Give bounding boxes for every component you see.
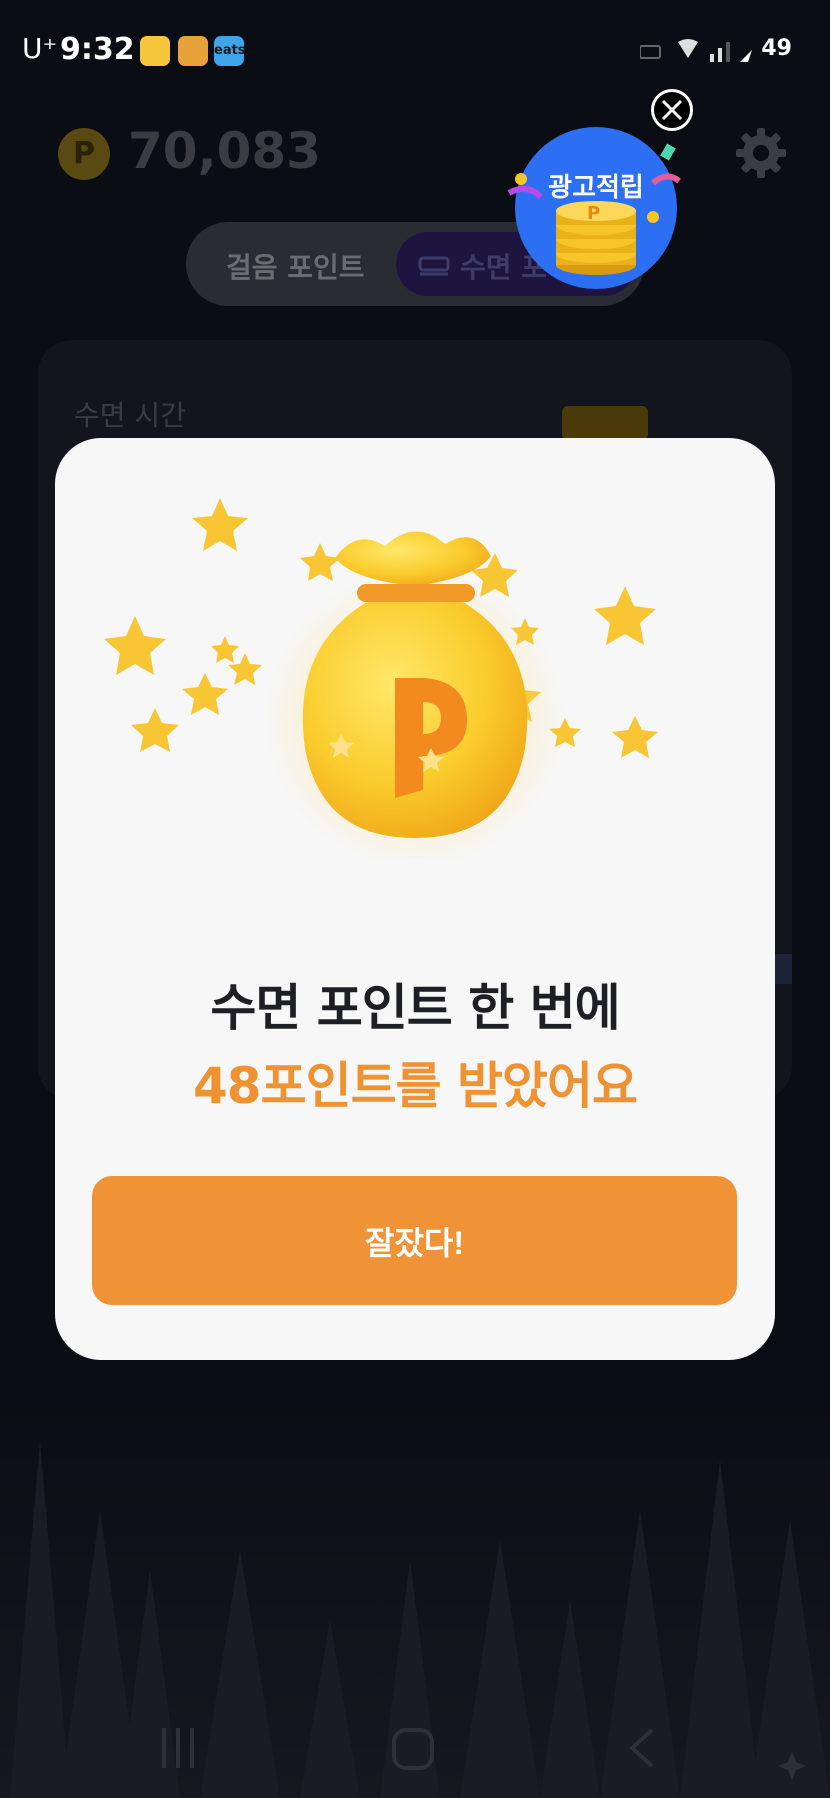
home-icon — [392, 1728, 434, 1770]
battery-level: 49 — [761, 36, 792, 61]
recent-apps-icon — [162, 1728, 194, 1768]
status-chip — [562, 406, 648, 440]
bed-icon — [418, 256, 450, 276]
bread-app-icon — [178, 36, 208, 66]
reward-amount: 48포인트를 받았어요 — [193, 1057, 638, 1115]
money-bag-illustration — [104, 498, 658, 858]
back-icon — [629, 1728, 654, 1768]
carrier-label: U⁺ — [22, 32, 58, 65]
points-balance: 70,083 — [128, 122, 321, 180]
reward-modal: P 수면 포인트 한 번에 48포인트를 받았어요 잘잤다! — [55, 438, 775, 1360]
signal-icons — [640, 39, 752, 62]
confirm-button-label: 잘잤다! — [365, 1225, 464, 1261]
tab-walk-points[interactable]: 걸음 포인트 — [226, 246, 365, 286]
sun-app-icon — [140, 36, 170, 66]
status-time: 9:32 — [60, 32, 135, 67]
system-nav-bar — [162, 1728, 806, 1780]
reward-headline: 수면 포인트 한 번에 — [210, 979, 620, 1037]
bag-letter: P — [407, 684, 408, 686]
eats-app-icon: eats — [214, 36, 246, 66]
status-bar: U⁺ 9:32 eats 49 — [0, 0, 830, 100]
gear-icon[interactable] — [734, 126, 788, 180]
ad-reward-bubble[interactable]: 광고적립 P — [507, 127, 681, 289]
point-coin-icon: P — [58, 128, 110, 180]
close-icon — [661, 99, 683, 121]
sleep-time-label: 수면 시간 — [74, 399, 186, 432]
ad-close-button[interactable] — [651, 89, 693, 131]
confirm-button[interactable]: 잘잤다! — [92, 1176, 737, 1305]
card-accent — [772, 954, 792, 984]
ad-coin-letter: P — [587, 203, 601, 224]
